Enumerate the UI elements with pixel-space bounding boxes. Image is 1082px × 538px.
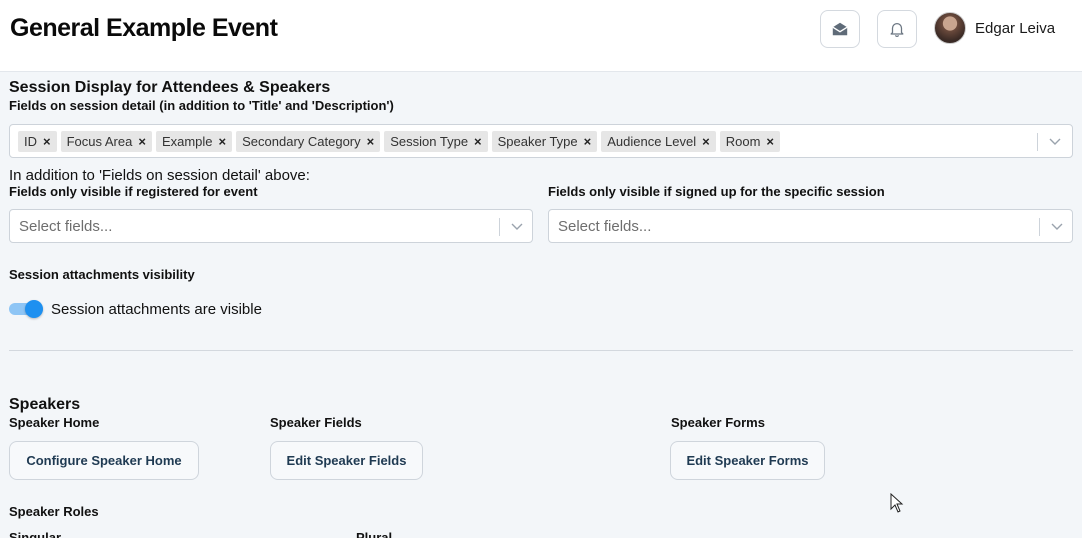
select-divider [1039, 218, 1040, 236]
session-display-title: Session Display for Attendees & Speakers [9, 79, 331, 96]
bell-icon [890, 22, 904, 37]
singular-label: Singular [9, 530, 62, 538]
speaker-forms-label: Speaker Forms [671, 415, 765, 430]
field-chip-label: ID [24, 134, 37, 149]
field-chip: Example × [155, 131, 233, 152]
remove-chip-icon[interactable]: × [760, 134, 780, 149]
notifications-button[interactable] [877, 10, 917, 48]
section-divider [9, 350, 1073, 351]
signed-up-fields-label: Fields only visible if signed up for the… [548, 184, 885, 199]
chevron-down-icon[interactable] [510, 219, 524, 233]
chevron-down-icon[interactable] [1050, 219, 1064, 233]
field-chip-label: Room [725, 134, 761, 149]
remove-chip-icon[interactable]: × [37, 134, 57, 149]
envelope-open-icon [832, 22, 848, 36]
field-chip-label: Session Type [390, 134, 469, 149]
field-chip-label: Audience Level [607, 134, 697, 149]
field-chip: ID × [18, 131, 57, 152]
remove-chip-icon[interactable]: × [696, 134, 716, 149]
chevron-down-icon[interactable] [1048, 134, 1062, 148]
field-chip-label: Example [161, 134, 213, 149]
attachments-visibility-toggle[interactable] [9, 300, 43, 318]
selected-field-chips: ID × Focus Area × Example × Secondary Category… [18, 131, 780, 152]
speakers-title: Speakers [9, 396, 81, 413]
field-chip-label: Focus Area [66, 134, 133, 149]
attachments-toggle-text: Session attachments are visible [51, 301, 262, 318]
remove-chip-icon[interactable]: × [361, 134, 381, 149]
field-chip: Room × [719, 131, 780, 152]
select-divider [499, 218, 500, 236]
user-name[interactable]: Edgar Leiva [975, 20, 1055, 37]
configure-speaker-home-button[interactable]: Configure Speaker Home [9, 441, 199, 480]
top-bar: General Example Event Edgar Leiva [0, 0, 1082, 72]
select-divider [1037, 133, 1038, 151]
registered-fields-select[interactable]: Select fields... [9, 209, 533, 243]
signed-up-fields-placeholder: Select fields... [558, 218, 652, 235]
signed-up-fields-select[interactable]: Select fields... [548, 209, 1073, 243]
inbox-button[interactable] [820, 10, 860, 48]
speaker-roles-label: Speaker Roles [9, 504, 99, 519]
remove-chip-icon[interactable]: × [578, 134, 598, 149]
registered-fields-label: Fields only visible if registered for ev… [9, 184, 258, 199]
field-chip: Session Type × [384, 131, 488, 152]
field-chip: Speaker Type × [491, 131, 598, 152]
speaker-home-label: Speaker Home [9, 415, 100, 430]
speaker-fields-label: Speaker Fields [270, 415, 362, 430]
field-chip: Secondary Category × [236, 131, 381, 152]
toggle-knob [25, 300, 43, 318]
attachments-visibility-label: Session attachments visibility [9, 267, 195, 282]
remove-chip-icon[interactable]: × [468, 134, 488, 149]
event-title: General Example Event [10, 14, 278, 42]
session-detail-fields-label: Fields on session detail (in addition to… [9, 98, 394, 113]
edit-speaker-fields-button[interactable]: Edit Speaker Fields [270, 441, 423, 480]
mouse-cursor-icon [890, 493, 904, 513]
field-chip-label: Speaker Type [497, 134, 578, 149]
avatar[interactable] [934, 12, 966, 44]
remove-chip-icon[interactable]: × [213, 134, 233, 149]
field-chip-label: Secondary Category [242, 134, 361, 149]
field-chip: Audience Level × [601, 131, 716, 152]
field-chip: Focus Area × [60, 131, 152, 152]
remove-chip-icon[interactable]: × [132, 134, 152, 149]
addition-note: In addition to 'Fields on session detail… [9, 167, 310, 184]
registered-fields-placeholder: Select fields... [19, 218, 113, 235]
session-detail-fields-select[interactable]: ID × Focus Area × Example × Secondary Category… [9, 124, 1073, 158]
edit-speaker-forms-button[interactable]: Edit Speaker Forms [670, 441, 825, 480]
plural-label: Plural [356, 530, 393, 538]
